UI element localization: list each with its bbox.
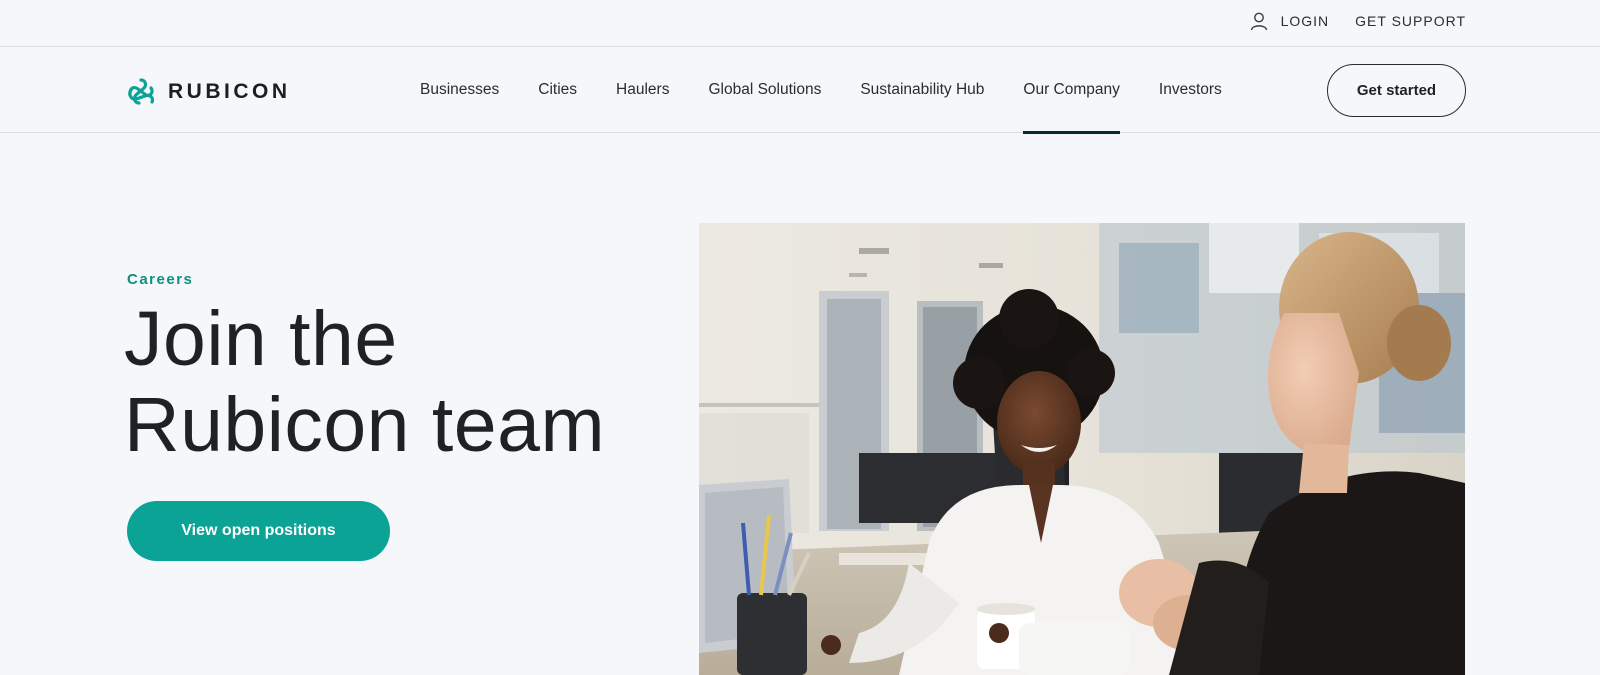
hero-photo (699, 223, 1465, 675)
rubicon-knot-icon (126, 77, 156, 107)
nav-item-haulers[interactable]: Haulers (616, 47, 669, 133)
nav-item-businesses[interactable]: Businesses (420, 47, 499, 133)
user-icon (1249, 11, 1269, 31)
logo[interactable]: RUBICON (126, 77, 291, 107)
get-started-button[interactable]: Get started (1327, 64, 1466, 117)
login-link[interactable]: LOGIN (1249, 11, 1330, 31)
nav-item-global-solutions[interactable]: Global Solutions (708, 47, 821, 133)
utility-links: LOGIN GET SUPPORT (1249, 0, 1466, 42)
get-support-label: GET SUPPORT (1355, 13, 1466, 29)
main-nav: RUBICON Businesses Cities Haulers Global… (0, 47, 1600, 134)
nav-items: Businesses Cities Haulers Global Solutio… (420, 47, 1261, 134)
hero-title: Join the Rubicon team (124, 296, 684, 468)
view-open-positions-button[interactable]: View open positions (127, 501, 390, 561)
get-support-link[interactable]: GET SUPPORT (1355, 13, 1466, 29)
careers-eyebrow: Careers (127, 271, 194, 288)
hero-title-line-2: Rubicon team (124, 382, 606, 468)
logo-text: RUBICON (168, 80, 291, 103)
nav-item-investors[interactable]: Investors (1159, 47, 1222, 133)
hero-title-line-1: Join the (124, 296, 398, 382)
nav-item-cities[interactable]: Cities (538, 47, 577, 133)
nav-item-our-company[interactable]: Our Company (1023, 47, 1121, 134)
nav-item-sustainability-hub[interactable]: Sustainability Hub (860, 47, 984, 133)
utility-bar: LOGIN GET SUPPORT (0, 0, 1600, 47)
login-label: LOGIN (1280, 13, 1330, 29)
